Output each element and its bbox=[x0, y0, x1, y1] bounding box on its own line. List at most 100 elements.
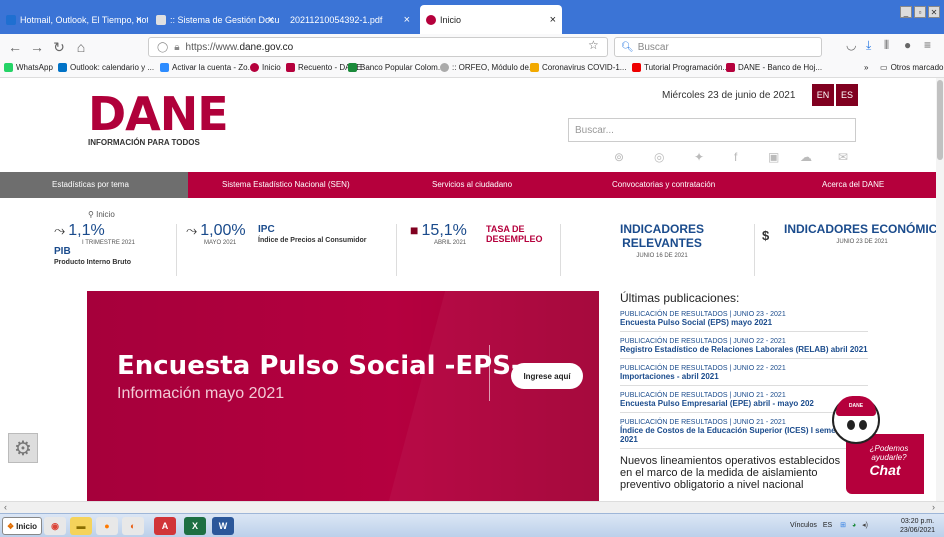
firefox-icon[interactable]: ● bbox=[96, 517, 118, 535]
tab-label: Hotmail, Outlook, El Tiempo, noti bbox=[20, 14, 148, 25]
bookmark-tutorial[interactable]: Tutorial Programación... bbox=[632, 63, 729, 72]
publication-item[interactable]: PUBLICACIÓN DE RESULTADOS | JUNIO 23 - 2… bbox=[620, 311, 868, 332]
account-icon[interactable]: ● bbox=[904, 38, 911, 52]
soundcloud-icon[interactable]: ☁ bbox=[800, 150, 812, 164]
mail-icon[interactable]: ✉ bbox=[838, 150, 848, 164]
youtube-icon[interactable]: ▣ bbox=[768, 150, 779, 164]
menu-item-acerca[interactable]: Acerca del DANE bbox=[822, 180, 884, 189]
close-window-icon[interactable]: ✕ bbox=[928, 6, 940, 18]
bookmark-zoom[interactable]: Activar la cuenta - Zo... bbox=[160, 63, 254, 72]
ipc-desc: Índice de Precios al Consumidor bbox=[258, 237, 367, 244]
chrome-icon[interactable]: ◉ bbox=[44, 517, 66, 535]
bank-icon bbox=[348, 63, 357, 72]
indicator-desempleo[interactable]: ■ 15,1% ABRIL 2021 bbox=[410, 222, 467, 246]
excel-icon[interactable]: X bbox=[184, 517, 206, 535]
menu-icon[interactable]: ≡ bbox=[924, 38, 931, 52]
office-icon[interactable]: ◐ bbox=[122, 517, 144, 535]
indicator-desempleo-label[interactable]: TASA DE DESEMPLEO bbox=[486, 224, 543, 244]
pocket-icon[interactable]: ◡ bbox=[846, 38, 856, 52]
menu-item-estadisticas[interactable]: Estadísticas por tema bbox=[52, 180, 129, 189]
breadcrumb-home[interactable]: Inicio bbox=[96, 210, 115, 219]
bookmark-coronavirus[interactable]: Coronavirus COVID-1... bbox=[530, 63, 626, 72]
indicator-ipc-label[interactable]: IPC Índice de Precios al Consumidor bbox=[258, 224, 367, 244]
network-icon[interactable]: ⊞ bbox=[840, 522, 846, 529]
forward-arrow-icon[interactable]: → bbox=[26, 39, 48, 55]
site-search-input[interactable]: Buscar... bbox=[568, 118, 856, 142]
bookmark-star-icon[interactable]: ☆ bbox=[588, 38, 599, 52]
scroll-right-icon[interactable]: › bbox=[932, 502, 935, 512]
browser-tab-gestion[interactable]: :: Sistema de Gestión Documenta × bbox=[150, 5, 280, 34]
indicadores-economicos-link[interactable]: INDICADORES ECONÓMICOS JUNIO 23 DE 2021 bbox=[784, 222, 944, 245]
twitter-icon[interactable]: ✦ bbox=[694, 150, 704, 164]
close-icon[interactable]: × bbox=[550, 14, 556, 26]
browser-search-input[interactable]: 🔍︎ Buscar bbox=[614, 37, 822, 57]
chat-mascot-avatar[interactable]: DANE bbox=[832, 396, 880, 444]
bookmark-otros[interactable]: ▭Otros marcadores bbox=[880, 63, 944, 72]
address-bar[interactable]: ◯ 🔒︎ https://www. dane.gov.co bbox=[148, 37, 608, 57]
menu-item-servicios[interactable]: Servicios al ciudadano bbox=[432, 180, 512, 189]
home-icon[interactable]: ⌂ bbox=[70, 39, 92, 55]
bookmark-dane-hojas[interactable]: DANE - Banco de Hoj... bbox=[726, 63, 822, 72]
menu-item-convocatorias[interactable]: Convocatorias y contratación bbox=[612, 180, 715, 189]
tray-links[interactable]: Vínculos bbox=[790, 522, 817, 529]
bookmark-inicio[interactable]: Inicio bbox=[250, 63, 281, 72]
taskbar-clock[interactable]: 03:20 p.m. 23/06/2021 bbox=[900, 517, 935, 535]
bookmarks-overflow[interactable]: » bbox=[864, 63, 868, 72]
publication-item[interactable]: PUBLICACIÓN DE RESULTADOS | JUNIO 22 - 2… bbox=[620, 338, 868, 359]
download-icon[interactable]: ⤓ bbox=[866, 38, 871, 53]
bookmark-outlook[interactable]: Outlook: calendario y ... bbox=[58, 63, 154, 72]
facebook-icon[interactable]: f bbox=[734, 150, 737, 164]
publication-item[interactable]: PUBLICACIÓN DE RESULTADOS | JUNIO 21 - 2… bbox=[620, 419, 868, 449]
close-icon[interactable]: × bbox=[268, 14, 274, 26]
dane-logo[interactable]: DANE INFORMACIÓN PARA TODOS bbox=[88, 91, 229, 147]
menu-item-sen[interactable]: Sistema Estadístico Nacional (SEN) bbox=[222, 180, 350, 189]
back-arrow-icon[interactable]: ← bbox=[4, 39, 26, 55]
dane-favicon-icon bbox=[250, 63, 259, 72]
publication-name: Importaciones - abril 2021 bbox=[620, 372, 719, 381]
antivirus-icon[interactable]: ◕ bbox=[852, 522, 856, 529]
vertical-scrollbar[interactable] bbox=[936, 78, 944, 501]
lang-es-button[interactable]: ES bbox=[836, 84, 858, 106]
indicator-ipc[interactable]: ⤳ 1,00% MAYO 2021 bbox=[186, 222, 246, 246]
acrobat-icon[interactable]: A bbox=[154, 517, 176, 535]
bookmark-whatsapp[interactable]: WhatsApp bbox=[4, 63, 53, 72]
publication-kind: PUBLICACIÓN DE RESULTADOS | JUNIO 22 - 2… bbox=[620, 365, 786, 372]
reload-icon[interactable]: ↻ bbox=[48, 39, 70, 56]
minimize-icon[interactable]: _ bbox=[900, 6, 912, 18]
scrollbar-thumb[interactable] bbox=[937, 80, 943, 160]
publication-note[interactable]: Nuevos lineamientos operativos estableci… bbox=[620, 455, 846, 491]
search-placeholder: Buscar... bbox=[575, 124, 614, 136]
instagram-icon[interactable]: ◎ bbox=[654, 150, 664, 164]
mascot-eye bbox=[859, 420, 867, 430]
horizontal-scrollbar[interactable]: ‹ › bbox=[0, 501, 944, 513]
indicadores-relevantes-link[interactable]: INDICADORES RELEVANTES JUNIO 16 DE 2021 bbox=[582, 222, 742, 259]
ingrese-aqui-button[interactable]: Ingrese aquí bbox=[511, 363, 583, 389]
mascot-cap: DANE bbox=[836, 396, 876, 416]
browser-tab-pdf[interactable]: 2021121005439​2-1.pdf × bbox=[284, 5, 416, 34]
restore-icon[interactable]: ▫ bbox=[914, 6, 926, 18]
bookmark-banco-popular[interactable]: Banco Popular Colom... bbox=[348, 63, 445, 72]
explorer-folder-icon[interactable]: ▬ bbox=[70, 517, 92, 535]
lang-en-button[interactable]: EN bbox=[812, 84, 834, 106]
browser-tab-hotmail[interactable]: Hotmail, Outlook, El Tiempo, noti × bbox=[0, 5, 148, 34]
start-button[interactable]: ❖ Inicio bbox=[2, 517, 43, 535]
tray-language[interactable]: ES bbox=[823, 522, 832, 529]
publication-name: Encuesta Pulso Empresarial (EPE) abril -… bbox=[620, 399, 814, 408]
settings-gear-icon[interactable]: ⚙ bbox=[8, 433, 38, 463]
rss-icon[interactable]: ⊚ bbox=[614, 150, 624, 164]
bookmark-label: Coronavirus COVID-1... bbox=[542, 63, 627, 72]
scroll-left-icon[interactable]: ‹ bbox=[4, 502, 7, 512]
library-icon[interactable]: ⫴ bbox=[884, 38, 889, 53]
publication-item[interactable]: PUBLICACIÓN DE RESULTADOS | JUNIO 21 - 2… bbox=[620, 392, 868, 413]
close-icon[interactable]: × bbox=[136, 14, 142, 26]
publication-item[interactable]: PUBLICACIÓN DE RESULTADOS | JUNIO 22 - 2… bbox=[620, 365, 868, 386]
browser-tab-inicio[interactable]: Inicio × bbox=[420, 5, 562, 34]
volume-icon[interactable]: ◂) bbox=[862, 522, 868, 529]
indicator-pib[interactable]: ⤳ 1,1% I TRIMESTRE 2021 PIB Producto Int… bbox=[54, 222, 135, 266]
dane-icon bbox=[286, 63, 295, 72]
hero-banner[interactable]: Encuesta Pulso Social -EPS- Información … bbox=[87, 291, 599, 501]
close-icon[interactable]: × bbox=[404, 14, 410, 26]
bookmark-orfeo[interactable]: :: ORFEO, Módulo de... bbox=[440, 63, 536, 72]
word-icon[interactable]: W bbox=[212, 517, 234, 535]
windows-taskbar: ❖ Inicio ◉ ▬ ● ◐ A X W Vínculos ES ⊞ ◕ ◂… bbox=[0, 513, 944, 537]
